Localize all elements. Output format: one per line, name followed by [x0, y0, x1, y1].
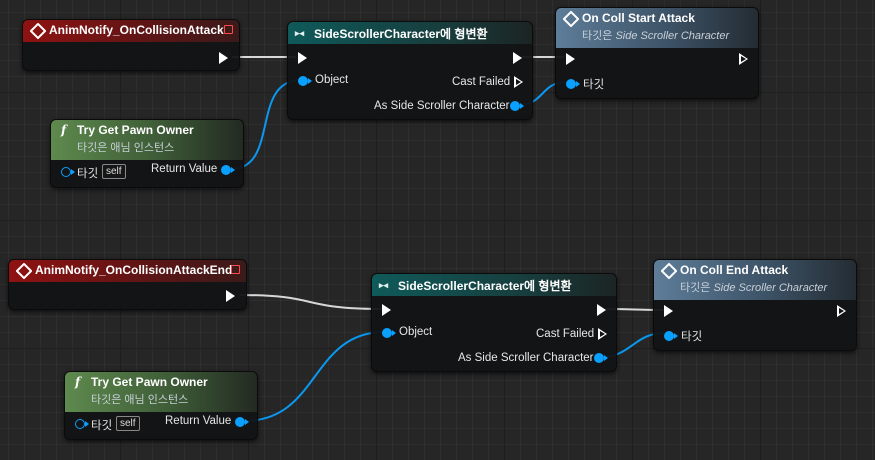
node-title: On Coll End Attack	[680, 263, 789, 277]
function-node-on-coll-end-attack[interactable]: On Coll End Attack 타깃은 Side Scroller Cha…	[653, 259, 857, 351]
cast-node-b[interactable]: ▸◂ SideScrollerCharacter에 형변환 Object Cas…	[371, 273, 617, 372]
delegate-square-icon[interactable]	[224, 25, 233, 34]
node-header: f Try Get Pawn Owner 타깃은 애님 인스턴스	[65, 372, 257, 412]
return-value-output-pin[interactable]	[235, 417, 249, 427]
exec-output-pin[interactable]	[739, 53, 748, 65]
as-character-label: As Side Scroller Character	[374, 100, 510, 112]
cast-arrows-icon: ▸◂	[379, 280, 389, 290]
delegate-square-icon[interactable]	[231, 265, 240, 274]
node-title: SideScrollerCharacter에 형변환	[398, 279, 572, 293]
cast-arrows-icon: ▸◂	[295, 28, 305, 38]
return-value-output-pin[interactable]	[221, 165, 235, 175]
object-input-pin[interactable]	[382, 328, 396, 338]
node-title: Try Get Pawn Owner	[91, 375, 208, 389]
return-value-label: Return Value	[165, 415, 232, 427]
cast-failed-label: Cast Failed	[536, 328, 595, 340]
self-default-value[interactable]: self	[116, 416, 140, 431]
node-header: ▸◂ SideScrollerCharacter에 형변환	[372, 274, 616, 296]
event-diamond-icon	[29, 22, 47, 40]
exec-output-pin[interactable]	[837, 305, 846, 317]
return-value-label: Return Value	[151, 163, 218, 175]
node-subtitle: 타깃은 Side Scroller Character	[582, 30, 730, 42]
node-title: AnimNotify_OnCollisionAttack	[49, 23, 224, 37]
pure-function-node-try-get-pawn-owner-a[interactable]: f Try Get Pawn Owner 타깃은 애님 인스턴스 타깃 self…	[50, 119, 244, 188]
target-label: 타깃	[91, 420, 113, 432]
object-label: Object	[315, 74, 349, 86]
node-header: f Try Get Pawn Owner 타깃은 애님 인스턴스	[51, 120, 243, 160]
exec-output-pin[interactable]	[597, 304, 606, 316]
node-title: AnimNotify_OnCollisionAttackEnd	[35, 263, 233, 277]
target-label: 타깃	[583, 79, 605, 91]
exec-input-pin[interactable]	[664, 305, 673, 317]
node-title: On Coll Start Attack	[582, 11, 695, 25]
cast-node-a[interactable]: ▸◂ SideScrollerCharacter에 형변환 Object Cas…	[287, 21, 533, 120]
object-label: Object	[399, 326, 433, 338]
target-label: 타깃	[77, 168, 99, 180]
self-default-value[interactable]: self	[102, 164, 126, 179]
target-label: 타깃	[681, 331, 703, 343]
event-node-collision-attack[interactable]: AnimNotify_OnCollisionAttack	[22, 19, 240, 71]
node-title: SideScrollerCharacter에 형변환	[314, 27, 488, 41]
function-call-icon	[660, 262, 678, 280]
target-input-pin[interactable]	[75, 419, 89, 429]
object-wire[interactable]	[243, 331, 386, 422]
as-character-output-pin[interactable]	[594, 353, 608, 363]
node-subtitle: 타깃은 애님 인스턴스	[77, 142, 175, 154]
event-diamond-icon	[15, 262, 33, 280]
node-header: On Coll Start Attack 타깃은 Side Scroller C…	[556, 8, 758, 48]
event-node-collision-attack-end[interactable]: AnimNotify_OnCollisionAttackEnd	[8, 259, 247, 310]
exec-output-pin[interactable]	[219, 52, 228, 64]
exec-input-pin[interactable]	[566, 53, 575, 65]
target-input-pin[interactable]	[61, 167, 75, 177]
node-header: ▸◂ SideScrollerCharacter에 형변환	[288, 22, 532, 44]
as-character-label: As Side Scroller Character	[458, 352, 594, 364]
function-call-icon	[562, 10, 580, 28]
node-subtitle: 타깃은 애님 인스턴스	[91, 394, 189, 406]
node-header: On Coll End Attack 타깃은 Side Scroller Cha…	[654, 260, 856, 300]
function-f-icon: f	[75, 375, 81, 389]
node-header: AnimNotify_OnCollisionAttackEnd	[9, 260, 246, 282]
pure-function-node-try-get-pawn-owner-b[interactable]: f Try Get Pawn Owner 타깃은 애님 인스턴스 타깃 self…	[64, 371, 258, 440]
node-header: AnimNotify_OnCollisionAttack	[23, 20, 239, 42]
exec-input-pin[interactable]	[382, 304, 391, 316]
target-input-pin[interactable]	[664, 331, 678, 341]
exec-wire[interactable]	[239, 294, 382, 310]
exec-input-pin[interactable]	[298, 52, 307, 64]
as-character-output-pin[interactable]	[510, 101, 524, 111]
cast-failed-pin[interactable]	[598, 328, 607, 340]
cast-failed-pin[interactable]	[514, 76, 523, 88]
node-title: Try Get Pawn Owner	[77, 123, 194, 137]
function-f-icon: f	[61, 123, 67, 137]
object-input-pin[interactable]	[298, 76, 312, 86]
exec-output-pin[interactable]	[226, 290, 235, 302]
cast-failed-label: Cast Failed	[452, 76, 511, 88]
target-input-pin[interactable]	[566, 79, 580, 89]
node-subtitle: 타깃은 Side Scroller Character	[680, 282, 828, 294]
function-node-on-coll-start-attack[interactable]: On Coll Start Attack 타깃은 Side Scroller C…	[555, 7, 759, 99]
exec-output-pin[interactable]	[513, 52, 522, 64]
